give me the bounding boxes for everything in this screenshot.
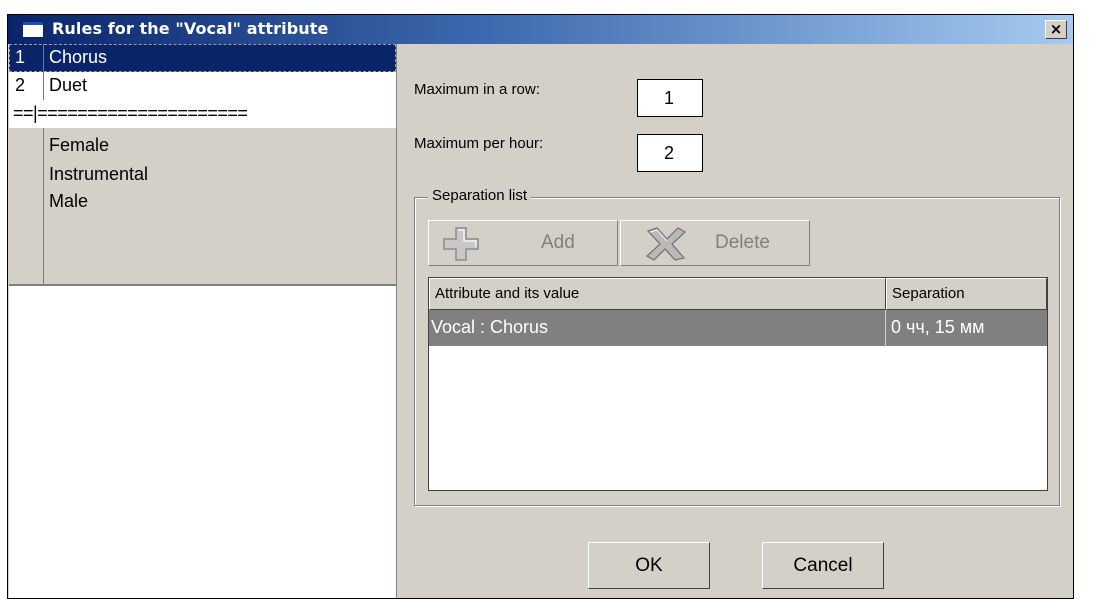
list-item[interactable]: Male: [9, 190, 396, 284]
separator-text: ==|=====================: [13, 103, 248, 123]
list-item-number: 2: [15, 75, 26, 95]
list-item[interactable]: Instrumental: [9, 159, 396, 190]
delete-button[interactable]: Delete: [620, 220, 810, 266]
column-divider: [43, 190, 44, 284]
list-item-label: Male: [49, 191, 89, 211]
list-item-label: Female: [49, 135, 110, 155]
column-divider: [43, 72, 44, 100]
list-item[interactable]: 2 Duet: [9, 72, 396, 100]
table-row[interactable]: Vocal : Chorus 0 чч, 15 мм: [429, 310, 1047, 346]
list-item-label: Instrumental: [49, 164, 149, 184]
plus-icon: [443, 227, 479, 261]
max-per-hour-label: Maximum per hour:: [414, 135, 544, 152]
column-divider: [43, 128, 44, 159]
column-header-separation[interactable]: Separation: [886, 278, 1047, 310]
max-in-row-input[interactable]: 1: [637, 79, 703, 117]
column-divider: [43, 159, 44, 190]
separation-legend: Separation list: [428, 187, 532, 204]
add-button[interactable]: Add: [428, 220, 618, 266]
list-item-number: 1: [15, 47, 26, 67]
window-title: Rules for the "Vocal" attribute: [52, 19, 329, 38]
list-item-label: Chorus: [49, 47, 108, 67]
cell-divider: [885, 310, 886, 346]
delete-x-icon: [645, 227, 687, 261]
close-button[interactable]: ×: [1045, 20, 1067, 39]
list-separator: ==|=====================: [9, 100, 396, 128]
cell-attribute: Vocal : Chorus: [431, 317, 549, 337]
ok-button[interactable]: OK: [588, 542, 710, 589]
separation-table[interactable]: Attribute and its value Separation Vocal…: [428, 277, 1048, 491]
column-header-attribute[interactable]: Attribute and its value: [429, 278, 886, 310]
list-divider: [9, 284, 396, 286]
list-item-label: Duet: [49, 75, 88, 95]
list-item[interactable]: Female: [9, 128, 396, 159]
title-bar[interactable]: Rules for the "Vocal" attribute ×: [8, 15, 1073, 44]
add-button-label: Add: [541, 232, 575, 253]
column-divider: [43, 44, 44, 72]
window-icon: [22, 21, 44, 38]
attribute-values-list[interactable]: 1 Chorus 2 Duet ==|=====================…: [9, 44, 397, 598]
delete-button-label: Delete: [715, 232, 770, 253]
cell-separation: 0 чч, 15 мм: [891, 317, 985, 337]
cancel-button[interactable]: Cancel: [762, 542, 884, 589]
list-item[interactable]: 1 Chorus: [9, 44, 396, 72]
max-per-hour-input[interactable]: 2: [637, 134, 703, 172]
max-in-row-label: Maximum in a row:: [414, 81, 540, 98]
rules-dialog: Rules for the "Vocal" attribute × 1 Chor…: [7, 14, 1074, 599]
